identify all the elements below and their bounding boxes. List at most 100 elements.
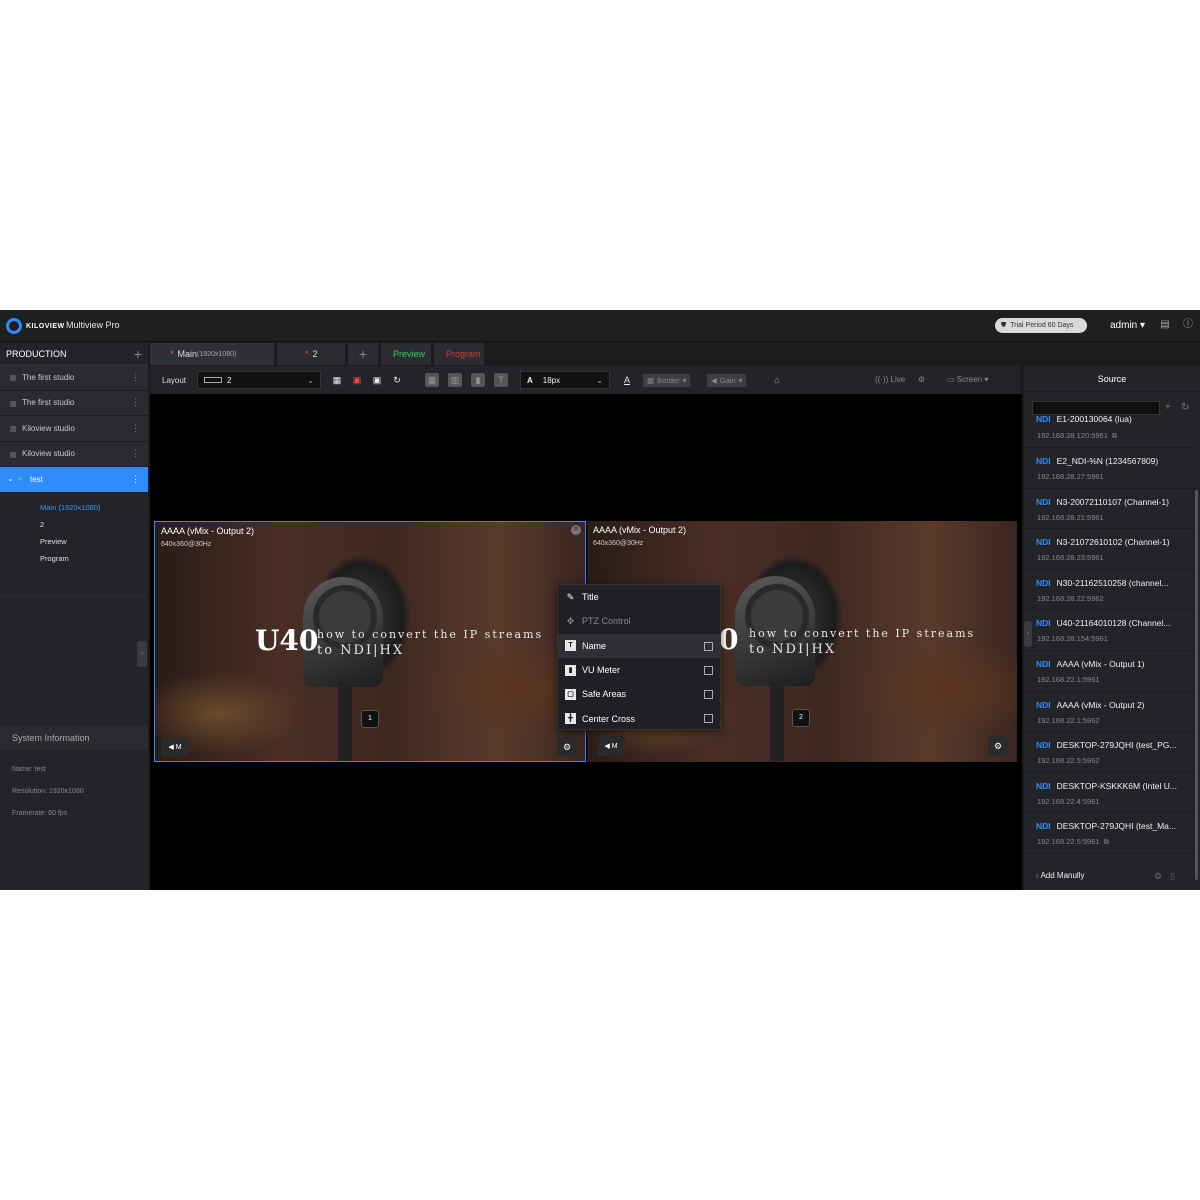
layout-item-program[interactable]: Program	[0, 550, 148, 567]
menu-label: Safe Areas	[582, 689, 627, 700]
grid-icon[interactable]: ▦	[330, 373, 344, 387]
brush-icon[interactable]: ⌂	[770, 373, 784, 387]
external-link-icon[interactable]: ⧉	[1112, 433, 1117, 440]
ndi-badge: NDI	[1036, 780, 1051, 791]
save-icon[interactable]: ▣	[350, 373, 364, 387]
source-name: E1-200130064 (lua)	[1056, 414, 1132, 424]
close-icon[interactable]: ✕	[571, 525, 581, 535]
add-manually-button[interactable]: › Add Manully	[1036, 871, 1084, 880]
user-menu[interactable]: admin ▾	[1110, 320, 1145, 331]
source-name: DESKTOP-279JQHI (test_Ma...	[1056, 821, 1176, 832]
screen-icon: ▭	[947, 375, 955, 384]
mute-button[interactable]: ◀ M	[597, 736, 625, 756]
source-item[interactable]: NDI DESKTOP-279JQHI (test_PG... 192.168.2…	[1024, 732, 1196, 773]
user-name: admin	[1110, 320, 1138, 331]
gear-icon[interactable]: ⚙	[988, 736, 1008, 756]
source-item[interactable]: NDI N3-20072110107 (Channel-1) 192.168.28…	[1024, 489, 1196, 530]
refresh-icon[interactable]: ↻	[390, 373, 404, 387]
source-search-input[interactable]	[1032, 401, 1160, 415]
pane-context-menu: ✎ Title ✥ PTZ Control T Name ▮ VU Meter …	[557, 584, 721, 730]
chevron-right-icon: ›	[1036, 871, 1039, 880]
more-icon[interactable]: ⋮	[131, 423, 140, 434]
source-item[interactable]: NDI AAAA (vMix - Output 2) 192.168.22.1:5…	[1024, 692, 1196, 733]
settings-icon[interactable]: ⚙	[1154, 871, 1162, 882]
studio-item-active[interactable]: ⌄ ● test ⋮	[0, 467, 148, 493]
chevron-down-icon: ⌄	[307, 375, 314, 385]
studio-item[interactable]: Kiloview studio ⋮	[0, 441, 148, 467]
ndi-badge: NDI	[1036, 414, 1051, 424]
source-item[interactable]: NDI DESKTOP-279JQHI (test_Ma... 192.168.2…	[1024, 813, 1196, 854]
center-cross-checkbox[interactable]	[704, 714, 713, 724]
source-item[interactable]: NDI E1-200130064 (lua) 192.168.28.120:596…	[1024, 414, 1196, 448]
system-info-name: Name: test	[12, 766, 46, 773]
studio-item[interactable]: The first studio ⋮	[0, 390, 148, 416]
save-as-icon[interactable]: ▣	[370, 373, 384, 387]
layout-frame-icon[interactable]: ▥	[448, 373, 462, 387]
tab-preview[interactable]: Preview	[381, 343, 431, 365]
menu-item-vu-meter[interactable]: ▮ VU Meter	[558, 658, 720, 682]
vu-meter-checkbox[interactable]	[704, 665, 713, 675]
live-settings-icon[interactable]: ⚙	[918, 375, 925, 384]
font-color-icon[interactable]: A	[620, 373, 634, 387]
gear-icon[interactable]: ⚙	[557, 737, 577, 757]
studio-item[interactable]: The first studio ⋮	[0, 365, 148, 391]
external-link-icon[interactable]: ⧉	[1104, 839, 1109, 846]
source-name: U40-21164010128 (Channel...	[1056, 618, 1171, 629]
source-item[interactable]: NDI AAAA (vMix - Output 1) 192.168.22.1:5…	[1024, 651, 1196, 692]
tab-program[interactable]: Program	[434, 343, 484, 365]
source-item[interactable]: NDI N30-21162510258 (channel... 192.168.2…	[1024, 570, 1196, 611]
safe-areas-checkbox[interactable]	[704, 690, 713, 700]
source-scrollbar[interactable]	[1195, 490, 1198, 880]
menu-item-title[interactable]: ✎ Title	[558, 585, 720, 609]
mute-button[interactable]: ◀ M	[161, 737, 189, 757]
layout-select[interactable]: 2 ⌄	[197, 371, 321, 389]
screen-button[interactable]: ▭ Screen ▾	[947, 375, 988, 384]
source-item[interactable]: NDI U40-21164010128 (Channel... 192.168.2…	[1024, 610, 1196, 651]
source-item[interactable]: NDI E2_NDI-%N (1234567809) 192.168.28.27:…	[1024, 448, 1196, 489]
vu-icon: ▮	[565, 664, 576, 676]
text-tool-icon[interactable]: T	[494, 373, 508, 387]
tab-2[interactable]: * 2	[277, 343, 345, 365]
chevron-down-icon[interactable]: ⌄	[7, 474, 14, 483]
menu-item-safe-areas[interactable]: ▢ Safe Areas	[558, 682, 720, 706]
source-name: DESKTOP-KSKKK6M (Intel U...	[1056, 780, 1177, 791]
studio-icon	[10, 426, 16, 432]
live-button[interactable]: ((·)) Live	[875, 375, 905, 384]
more-icon[interactable]: ⋮	[131, 372, 140, 383]
border-button[interactable]: ▦ Border ▾	[643, 374, 691, 387]
speaker-icon: ◀	[711, 376, 717, 385]
live-label: Live	[890, 375, 906, 384]
more-icon[interactable]: ⋮	[131, 474, 140, 485]
source-item[interactable]: NDI DESKTOP-KSKKK6M (Intel U... 192.168.2…	[1024, 773, 1196, 814]
refresh-icon[interactable]: ↻	[1181, 402, 1189, 413]
add-tab-button[interactable]: +	[348, 343, 378, 365]
studio-label: Kiloview studio	[22, 423, 75, 433]
ndi-badge: NDI	[1036, 821, 1051, 832]
gain-button[interactable]: ◀ Gain ▾	[707, 374, 747, 387]
name-checkbox[interactable]	[704, 641, 713, 651]
meter-icon[interactable]: ▮	[471, 373, 485, 387]
video-pane-1[interactable]: U40 how to convert the IP streams to NDI…	[154, 521, 586, 762]
more-icon[interactable]: ⋮	[131, 448, 140, 459]
menu-item-ptz-control[interactable]: ✥ PTZ Control	[558, 609, 720, 633]
live-dot-icon: ●	[18, 474, 23, 483]
trash-icon[interactable]: ▯	[1170, 871, 1175, 882]
production-title: PRODUCTION	[6, 348, 67, 359]
info-icon[interactable]: ⓘ	[1182, 319, 1194, 331]
layout-grid-icon[interactable]: ▦	[425, 373, 439, 387]
menu-item-center-cross[interactable]: ╋ Center Cross	[558, 706, 720, 730]
production-sidebar: PRODUCTION + The first studio ⋮ The first…	[0, 343, 148, 890]
font-size-select[interactable]: A 18px ⌄	[520, 371, 610, 389]
studio-item[interactable]: Kiloview studio ⋮	[0, 416, 148, 442]
tab-main[interactable]: * Main (1920x1080)	[150, 343, 274, 365]
layout-item-preview[interactable]: Preview	[0, 533, 148, 550]
add-studio-button[interactable]: +	[134, 346, 142, 362]
layout-item-2[interactable]: 2	[0, 516, 148, 533]
notes-icon[interactable]: ▤	[1159, 319, 1171, 331]
layout-item-main[interactable]: Main (1920x1080)	[0, 499, 148, 516]
add-source-icon[interactable]: +	[1165, 402, 1171, 413]
source-item[interactable]: NDI N3-21072610102 (Channel-1) 192.168.28…	[1024, 529, 1196, 570]
menu-item-name[interactable]: T Name	[558, 633, 720, 658]
more-icon[interactable]: ⋮	[131, 397, 140, 408]
collapse-sidebar-button[interactable]: ‹	[137, 641, 147, 667]
